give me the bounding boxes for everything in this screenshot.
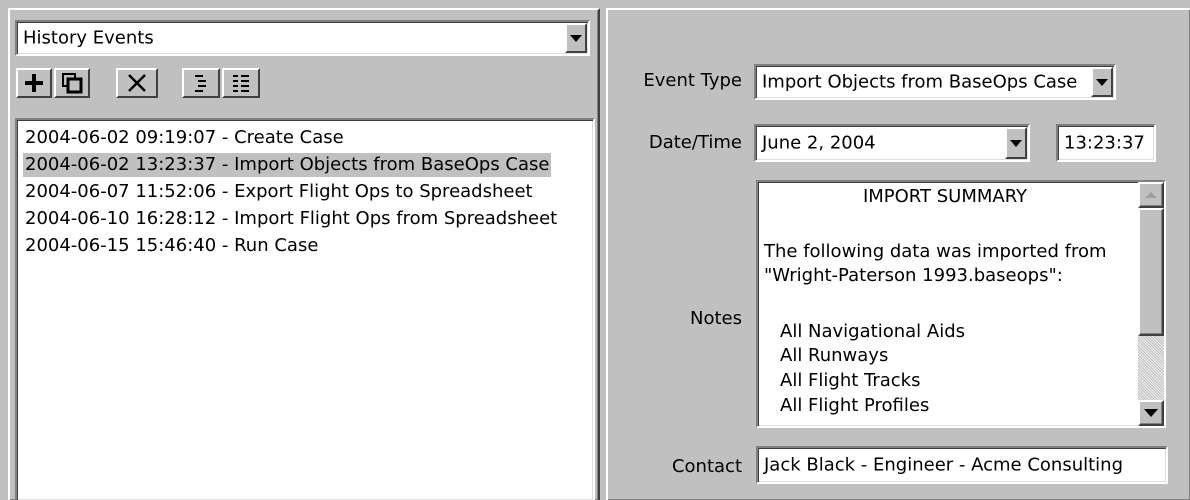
- event-type-dropdown[interactable]: Import Objects from BaseOps Case: [754, 64, 1116, 100]
- notes-line-1: The following data was imported from: [764, 241, 1107, 262]
- chevron-down-icon: [1144, 409, 1158, 417]
- notes-item: All Runways: [780, 345, 889, 366]
- history-dropdown-arrow-icon[interactable]: [565, 23, 587, 53]
- collapse-button[interactable]: [222, 68, 260, 98]
- history-dropdown[interactable]: History Events: [15, 20, 590, 56]
- notes-textarea[interactable]: IMPORT SUMMARY The following data was im…: [756, 180, 1166, 428]
- add-button[interactable]: [16, 68, 52, 98]
- scroll-down-button[interactable]: [1138, 400, 1164, 426]
- delete-button[interactable]: [116, 68, 158, 98]
- list-item[interactable]: 2004-06-07 11:52:06 - Export Flight Ops …: [23, 180, 535, 204]
- list-item[interactable]: 2004-06-15 15:46:40 - Run Case: [23, 234, 320, 258]
- copy-icon: [62, 73, 83, 94]
- event-type-arrow-icon[interactable]: [1091, 67, 1113, 97]
- delete-icon: [128, 74, 146, 92]
- notes-item: All Flight Profiles: [780, 395, 930, 416]
- contact-value: Jack Black - Engineer - Acme Consulting: [764, 454, 1124, 476]
- list-item[interactable]: 2004-06-02 13:23:37 - Import Objects fro…: [23, 153, 552, 177]
- date-arrow-icon[interactable]: [1005, 127, 1027, 159]
- notes-heading: IMPORT SUMMARY: [862, 186, 1028, 207]
- date-dropdown[interactable]: June 2, 2004: [754, 124, 1030, 162]
- event-type-value: Import Objects from BaseOps Case: [762, 71, 1078, 93]
- expand-button[interactable]: [182, 68, 220, 98]
- notes-item: All Flight Tracks: [780, 370, 921, 391]
- time-value: 13:23:37: [1064, 132, 1145, 154]
- notes-line-2: "Wright-Paterson 1993.baseops":: [764, 265, 1063, 286]
- add-icon: [25, 74, 43, 92]
- contact-field[interactable]: Jack Black - Engineer - Acme Consulting: [756, 446, 1168, 484]
- scroll-thumb[interactable]: [1138, 208, 1164, 336]
- event-type-label: Event Type: [643, 70, 742, 91]
- notes-item: All Navigational Aids: [780, 321, 965, 342]
- history-dropdown-value: History Events: [23, 27, 154, 49]
- copy-button[interactable]: [54, 68, 90, 98]
- notes-label: Notes: [690, 308, 742, 329]
- date-value: June 2, 2004: [762, 132, 876, 154]
- list-item[interactable]: 2004-06-02 09:19:07 - Create Case: [23, 126, 346, 150]
- history-event-list[interactable]: 2004-06-02 09:19:07 - Create Case 2004-0…: [15, 118, 595, 500]
- datetime-label: Date/Time: [648, 132, 742, 153]
- list-item[interactable]: 2004-06-10 16:28:12 - Import Flight Ops …: [23, 207, 559, 231]
- scroll-up-button[interactable]: [1138, 182, 1164, 208]
- time-field[interactable]: 13:23:37: [1056, 124, 1156, 162]
- contact-label: Contact: [671, 456, 742, 477]
- collapse-icon: [233, 75, 249, 92]
- chevron-up-icon: [1145, 192, 1157, 198]
- expand-icon: [195, 75, 206, 92]
